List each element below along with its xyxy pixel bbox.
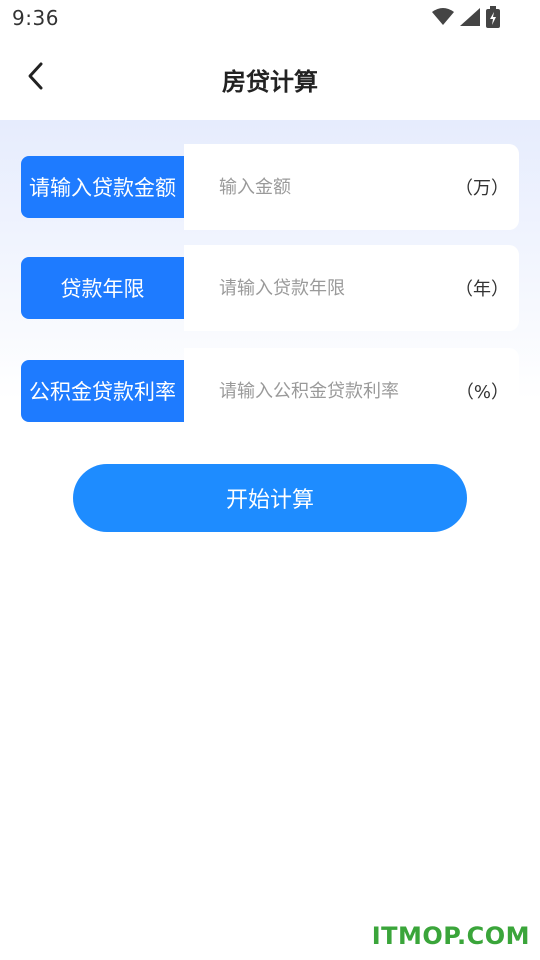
start-calculation-button[interactable]: 开始计算: [73, 464, 467, 532]
status-time: 9:36: [12, 6, 59, 30]
battery-charging-icon: [486, 6, 500, 28]
watermark: ITMOP.COM: [371, 922, 530, 950]
loan-term-field-box: （年）: [184, 245, 519, 331]
page-title: 房贷计算: [222, 68, 318, 96]
wifi-icon: [432, 8, 454, 26]
loan-amount-label: 请输入贷款金额: [21, 156, 184, 218]
form-row-loan-term: 贷款年限 （年）: [21, 245, 519, 331]
header: 房贷计算: [0, 36, 540, 120]
form-row-loan-amount: 请输入贷款金额 （万）: [21, 144, 519, 230]
loan-amount-unit: （万）: [455, 178, 509, 199]
signal-icon: [460, 8, 480, 26]
fund-rate-input[interactable]: [219, 376, 449, 406]
fund-rate-label: 公积金贷款利率: [21, 360, 184, 422]
form-row-fund-rate: 公积金贷款利率 （%）: [21, 348, 519, 434]
loan-amount-field-box: （万）: [184, 144, 519, 230]
loan-term-unit: （年）: [455, 279, 509, 300]
loan-amount-input[interactable]: [219, 172, 449, 202]
status-bar: 9:36: [0, 0, 540, 36]
fund-rate-unit: （%）: [455, 382, 509, 403]
status-icons: [432, 6, 500, 28]
fund-rate-field-box: （%）: [184, 348, 519, 434]
loan-term-input[interactable]: [219, 273, 449, 303]
loan-term-label: 贷款年限: [21, 257, 184, 319]
